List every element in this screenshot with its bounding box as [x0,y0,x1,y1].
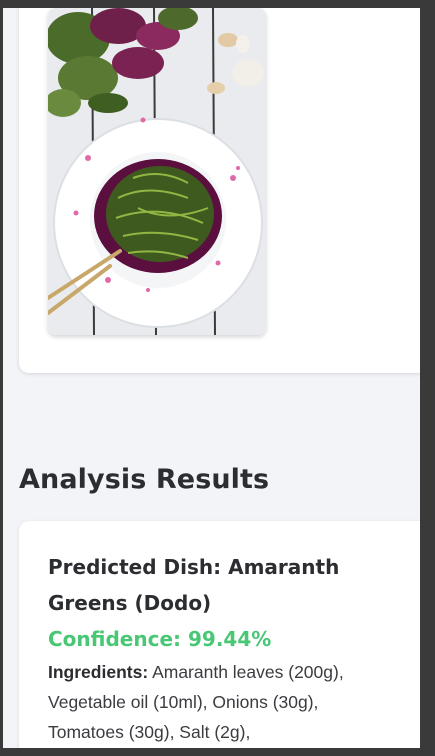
dish-photo [48,8,266,335]
uploaded-image-card [19,8,420,373]
analysis-results-title: Analysis Results [19,464,270,495]
predicted-dish: Predicted Dish: Amaranth Greens (Dodo) [48,549,378,621]
predicted-dish-label: Predicted Dish: [48,555,222,579]
food-photo-icon [48,8,266,335]
confidence-value: 99.44% [188,627,272,651]
app-viewport: Analysis Results Predicted Dish: Amarant… [3,8,420,748]
result-content: Predicted Dish: Amaranth Greens (Dodo) C… [48,549,378,747]
ingredients-label: Ingredients: [48,662,149,682]
confidence-score: Confidence: 99.44% [48,621,378,657]
ingredients-list: Ingredients: Amaranth leaves (200g), Veg… [48,657,378,747]
analysis-result-card: Predicted Dish: Amaranth Greens (Dodo) C… [19,521,420,748]
confidence-label: Confidence: [48,627,182,651]
